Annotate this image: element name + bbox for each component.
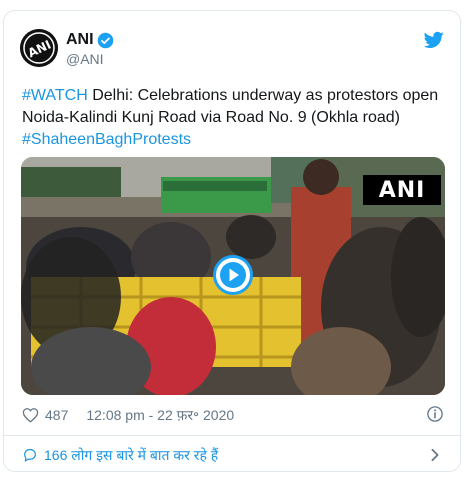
like-count[interactable]: 487 [45, 407, 68, 423]
author-name[interactable]: ANI [66, 31, 94, 49]
play-button[interactable] [213, 255, 253, 295]
conversation-link[interactable]: 166 लोग इस बारे में बात कर रहे हैं [22, 444, 444, 466]
video-player[interactable]: ANI [21, 157, 445, 395]
divider [4, 435, 460, 436]
heart-icon[interactable] [22, 407, 39, 423]
hashtag-shaheenbagh[interactable]: #ShaheenBaghProtests [22, 131, 191, 148]
verified-badge-icon [97, 32, 113, 48]
author-handle[interactable]: @ANI [66, 51, 104, 67]
tweet-timestamp[interactable]: 12:08 pm - 22 फ़र॰ 2020 [86, 406, 234, 425]
conversation-text[interactable]: 166 लोग इस बारे में बात कर रहे हैं [44, 446, 218, 465]
twitter-bird-icon[interactable] [424, 31, 444, 49]
author-name-row[interactable]: ANI [66, 31, 114, 49]
speech-bubble-icon [24, 448, 36, 462]
hashtag-watch[interactable]: #WATCH [22, 87, 88, 104]
tweet-text: #WATCH Delhi: Celebrations underway as p… [22, 85, 447, 151]
tweet-meta: 487 12:08 pm - 22 फ़र॰ 2020 [22, 405, 444, 425]
tweet-card[interactable]: ANI ANI @ANI #WATCH Delhi: Celebrations … [3, 10, 461, 472]
chevron-right-icon[interactable] [430, 448, 440, 462]
play-icon [220, 262, 246, 288]
info-icon[interactable] [426, 405, 444, 423]
author-avatar[interactable]: ANI [20, 29, 58, 67]
tweet-header: ANI ANI @ANI [20, 29, 444, 69]
video-watermark: ANI [363, 175, 441, 205]
ani-avatar-logo: ANI [20, 29, 58, 67]
